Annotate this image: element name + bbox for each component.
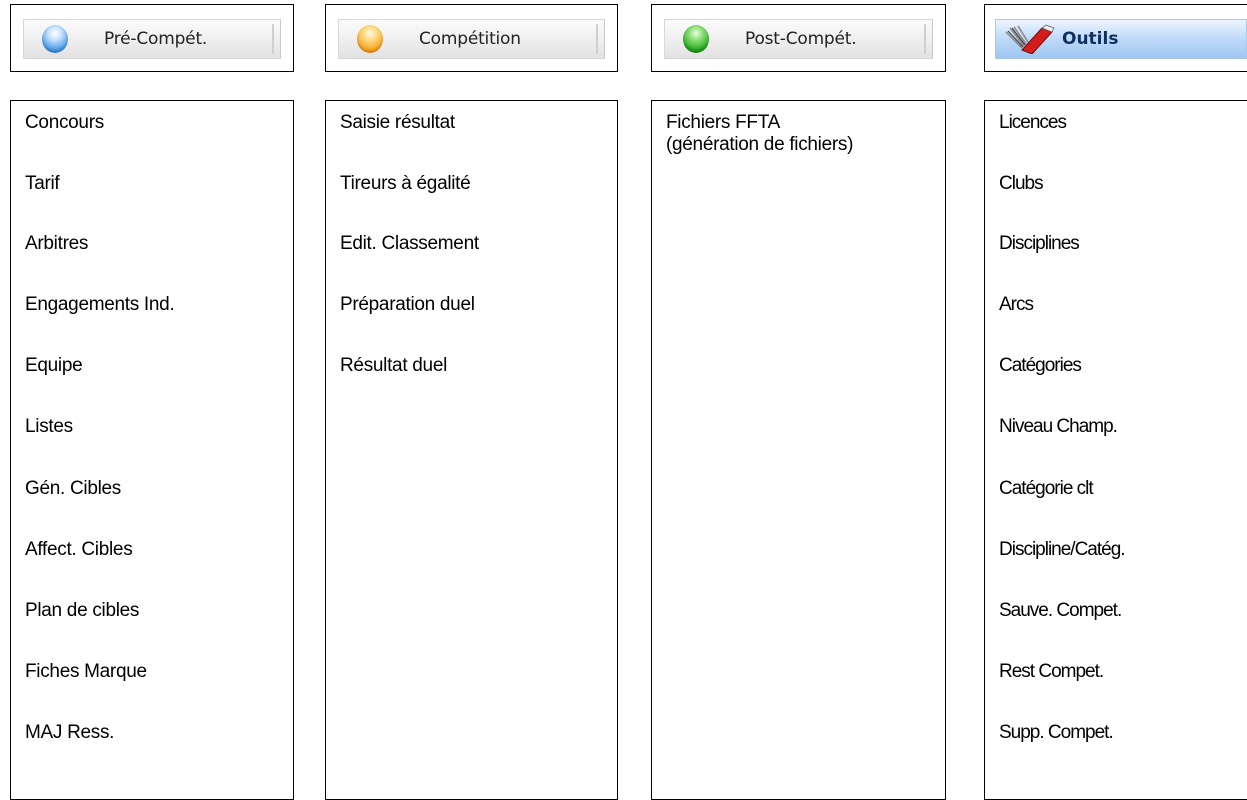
menu-item-listes[interactable]: Listes — [25, 416, 73, 438]
column-tools: Licences Clubs Disciplines Arcs Catégori… — [984, 100, 1247, 800]
menu-item-supp-compet[interactable]: Supp. Compet. — [999, 722, 1114, 744]
tab-competition[interactable]: Compétition — [325, 4, 618, 72]
menu-item-saisie-resultat[interactable]: Saisie résultat — [340, 112, 455, 134]
tab-tools-label: Outils — [1062, 29, 1119, 49]
menu-item-affect-cibles[interactable]: Affect. Cibles — [25, 539, 133, 561]
tab-competition-button[interactable]: Compétition — [338, 19, 605, 59]
menu-item-rest-compet[interactable]: Rest Compet. — [999, 661, 1104, 683]
menu-item-fichiers-ffta[interactable]: Fichiers FFTA (génération de fichiers) — [666, 112, 966, 156]
column-post-competition: Fichiers FFTA (génération de fichiers) — [651, 100, 946, 800]
tab-post-competition[interactable]: Post-Compét. — [651, 4, 946, 72]
menu-item-fichiers-ffta-subtitle: (génération de fichiers) — [666, 134, 854, 155]
tab-competition-label: Compétition — [419, 29, 521, 49]
menu-item-arcs[interactable]: Arcs — [999, 294, 1034, 316]
menu-item-niveau-champ[interactable]: Niveau Champ. — [999, 416, 1118, 438]
menu-item-discipline-categ[interactable]: Discipline/Catég. — [999, 539, 1126, 561]
menu-item-resultat-duel[interactable]: Résultat duel — [340, 355, 447, 377]
tab-post-competition-button[interactable]: Post-Compét. — [664, 19, 933, 59]
orange-orb-icon — [357, 25, 383, 53]
tab-pre-competition[interactable]: Pré-Compét. — [10, 4, 294, 72]
menu-item-concours[interactable]: Concours — [25, 112, 104, 134]
tab-tools-button[interactable]: Outils — [995, 19, 1247, 59]
menu-item-fichiers-ffta-title: Fichiers FFTA — [666, 112, 780, 133]
menu-item-edit-classement[interactable]: Edit. Classement — [340, 233, 479, 255]
menu-item-sauve-compet[interactable]: Sauve. Compet. — [999, 600, 1122, 622]
blue-orb-icon — [42, 25, 68, 53]
menu-item-tarif[interactable]: Tarif — [25, 173, 60, 195]
menu-item-plan-de-cibles[interactable]: Plan de cibles — [25, 600, 139, 622]
menu-item-fiches-marque[interactable]: Fiches Marque — [25, 661, 147, 683]
menu-item-tireurs-a-egalite[interactable]: Tireurs à égalité — [340, 173, 471, 195]
menu-item-clubs[interactable]: Clubs — [999, 173, 1044, 195]
menu-item-engagements-ind[interactable]: Engagements Ind. — [25, 294, 175, 316]
green-orb-icon — [683, 25, 709, 53]
tab-post-competition-label: Post-Compét. — [745, 29, 857, 49]
column-pre-competition: Concours Tarif Arbitres Engagements Ind.… — [10, 100, 294, 800]
column-competition: Saisie résultat Tireurs à égalité Edit. … — [325, 100, 618, 800]
tab-pre-competition-button[interactable]: Pré-Compét. — [23, 19, 281, 59]
menu-item-maj-ress[interactable]: MAJ Ress. — [25, 722, 114, 744]
menu-item-arbitres[interactable]: Arbitres — [25, 233, 88, 255]
tab-tools[interactable]: Outils — [984, 4, 1247, 72]
tools-icon — [1005, 24, 1055, 54]
menu-item-disciplines[interactable]: Disciplines — [999, 233, 1080, 255]
menu-item-equipe[interactable]: Equipe — [25, 355, 83, 377]
menu-item-licences[interactable]: Licences — [999, 112, 1067, 134]
menu-item-categorie-clt[interactable]: Catégorie clt — [999, 478, 1094, 500]
menu-item-categories[interactable]: Catégories — [999, 355, 1082, 377]
menu-item-preparation-duel[interactable]: Préparation duel — [340, 294, 475, 316]
tab-pre-competition-label: Pré-Compét. — [104, 29, 208, 49]
menu-item-gen-cibles[interactable]: Gén. Cibles — [25, 478, 121, 500]
